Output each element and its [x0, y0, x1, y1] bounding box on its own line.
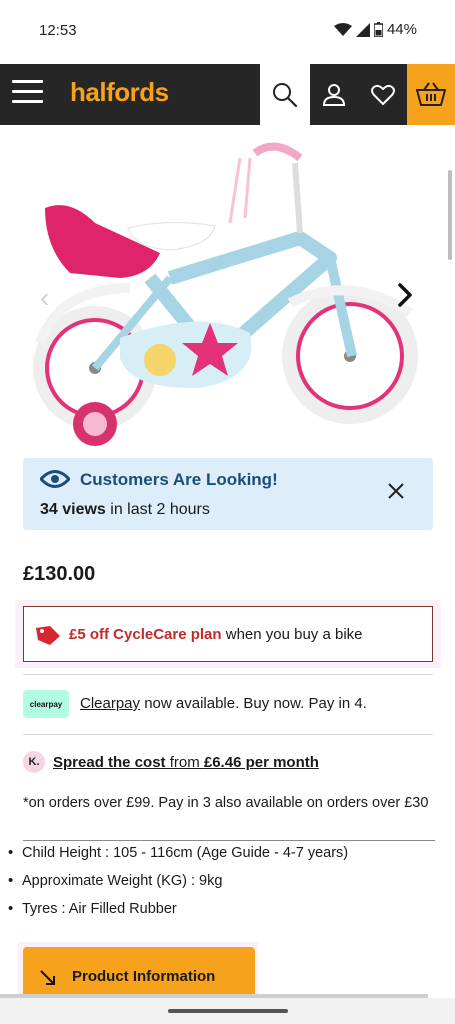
price-tag-icon — [36, 626, 60, 645]
customers-looking-title: Customers Are Looking! — [80, 470, 278, 489]
search-button[interactable] — [260, 64, 310, 125]
site-header: halfords — [0, 64, 455, 125]
signal-icon — [355, 22, 370, 37]
close-icon[interactable] — [387, 482, 405, 500]
views-count: 34 views — [40, 501, 106, 518]
battery-level: 44% — [386, 21, 417, 38]
search-icon — [273, 82, 298, 107]
product-information-button[interactable]: Product Information — [23, 947, 255, 1000]
status-bar: 12:53 44% — [0, 0, 455, 64]
home-gesture-handle[interactable] — [168, 1009, 288, 1013]
divider — [23, 674, 433, 675]
wifi-icon — [333, 22, 352, 36]
product-specs: Child Height : 105 - 116cm (Age Guide - … — [8, 843, 438, 927]
divider — [23, 734, 433, 735]
gallery-next-arrow-icon[interactable] — [395, 280, 415, 310]
spread-cost-message[interactable]: Spread the cost from £6.46 per month — [53, 754, 319, 771]
gallery-prev-arrow-icon[interactable]: ‹ — [40, 282, 49, 314]
basket-button[interactable] — [407, 64, 455, 125]
clearpay-link[interactable]: Clearpay — [80, 695, 140, 712]
product-image-gallery[interactable] — [0, 128, 445, 448]
product-information-label: Product Information — [72, 968, 216, 985]
spec-item: Tyres : Air Filled Rubber — [8, 899, 438, 927]
spec-item: Child Height : 105 - 116cm (Age Guide - … — [8, 843, 438, 871]
promo-text: £5 off CycleCare plan when you buy a bik… — [69, 626, 363, 643]
views-period: in last 2 hours — [105, 501, 210, 518]
clearpay-message: Clearpay now available. Buy now. Pay in … — [80, 695, 367, 712]
spread-amount: £6.46 per month — [203, 754, 319, 771]
clearpay-logo: clearpay — [23, 690, 69, 718]
spread-cost-link[interactable]: Spread the cost — [53, 754, 166, 771]
finance-footnote: *on orders over £99. Pay in 3 also avail… — [23, 795, 429, 811]
account-button[interactable] — [312, 64, 356, 125]
klarna-logo: K. — [23, 751, 45, 773]
promo-highlight: £5 off CycleCare plan — [69, 626, 222, 643]
spec-item: Approximate Weight (KG) : 9kg — [8, 871, 438, 899]
wishlist-button[interactable] — [360, 64, 406, 125]
divider — [23, 840, 435, 841]
status-icons: 44% — [333, 21, 417, 38]
user-icon — [322, 83, 346, 106]
clearpay-rest: now available. Buy now. Pay in 4. — [140, 695, 367, 712]
promo-rest: when you buy a bike — [221, 626, 363, 643]
battery-icon — [373, 22, 383, 37]
menu-icon[interactable] — [12, 80, 43, 104]
basket-icon — [416, 81, 446, 106]
customers-looking-banner: Customers Are Looking! 34 views in last … — [23, 458, 433, 530]
views-text: 34 views in last 2 hours — [40, 501, 210, 519]
eye-icon — [40, 470, 70, 488]
halfords-logo[interactable]: halfords — [70, 77, 169, 108]
status-time: 12:53 — [39, 22, 77, 39]
product-price: £130.00 — [23, 563, 96, 585]
bike-image — [0, 128, 445, 448]
heart-icon — [371, 84, 395, 105]
spread-from: from — [165, 754, 204, 771]
cyclecare-promo[interactable]: £5 off CycleCare plan when you buy a bik… — [23, 606, 433, 662]
scrollbar-thumb[interactable] — [448, 170, 452, 260]
arrow-down-right-icon — [40, 970, 55, 985]
